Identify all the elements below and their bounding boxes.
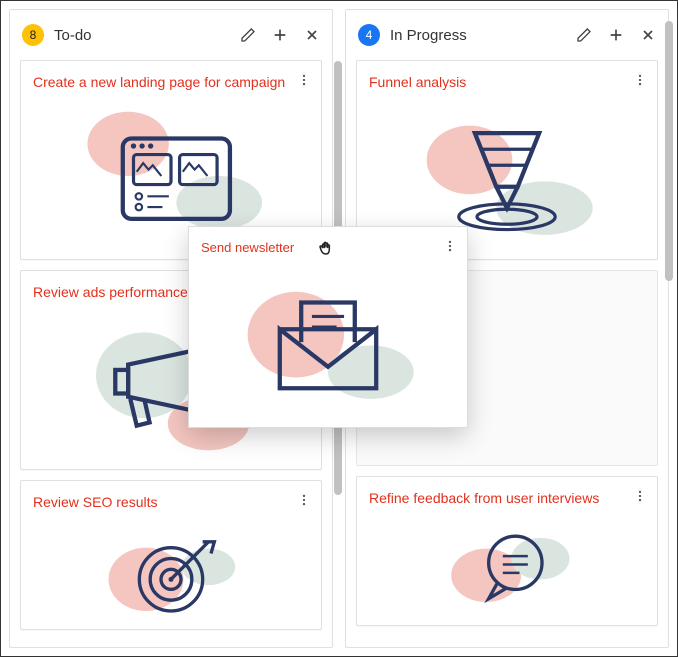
scrollbar-thumb[interactable] (665, 21, 673, 281)
kebab-icon (297, 493, 311, 507)
card-menu-button[interactable] (297, 493, 311, 512)
close-column-button[interactable] (304, 27, 320, 43)
column-actions (240, 27, 320, 43)
plus-icon (272, 27, 288, 43)
card-menu-button[interactable] (443, 239, 457, 258)
dragging-card[interactable]: Send newsletter (188, 226, 468, 428)
edit-column-button[interactable] (240, 27, 256, 43)
column-header: 4 In Progress (346, 10, 668, 60)
card-illustration (369, 517, 645, 617)
kebab-icon (633, 73, 647, 87)
edit-column-button[interactable] (576, 27, 592, 43)
column-title: To-do (54, 27, 230, 44)
pencil-icon (240, 27, 256, 43)
card[interactable]: Review SEO results (20, 480, 322, 630)
column-header: 8 To-do (10, 10, 332, 60)
column-count-badge: 4 (358, 24, 380, 46)
column-actions (576, 27, 656, 43)
card-title: Create a new landing page for campaign (33, 73, 309, 93)
column-count-badge: 8 (22, 24, 44, 46)
kebab-icon (297, 73, 311, 87)
card-title: Refine feedback from user interviews (369, 489, 645, 509)
kebab-icon (633, 489, 647, 503)
card-menu-button[interactable] (633, 489, 647, 508)
close-column-button[interactable] (640, 27, 656, 43)
close-icon (640, 27, 656, 43)
card-illustration (33, 521, 309, 621)
plus-icon (608, 27, 624, 43)
card-illustration (201, 265, 455, 415)
add-card-button[interactable] (272, 27, 288, 43)
add-card-button[interactable] (608, 27, 624, 43)
close-icon (304, 27, 320, 43)
card-title: Review SEO results (33, 493, 309, 513)
column-title: In Progress (390, 27, 566, 44)
card-menu-button[interactable] (297, 73, 311, 92)
kebab-icon (443, 239, 457, 253)
card-title: Funnel analysis (369, 73, 645, 93)
card[interactable]: Refine feedback from user interviews (356, 476, 658, 626)
card-menu-button[interactable] (633, 73, 647, 92)
card-title: Send newsletter (201, 239, 455, 257)
pencil-icon (576, 27, 592, 43)
